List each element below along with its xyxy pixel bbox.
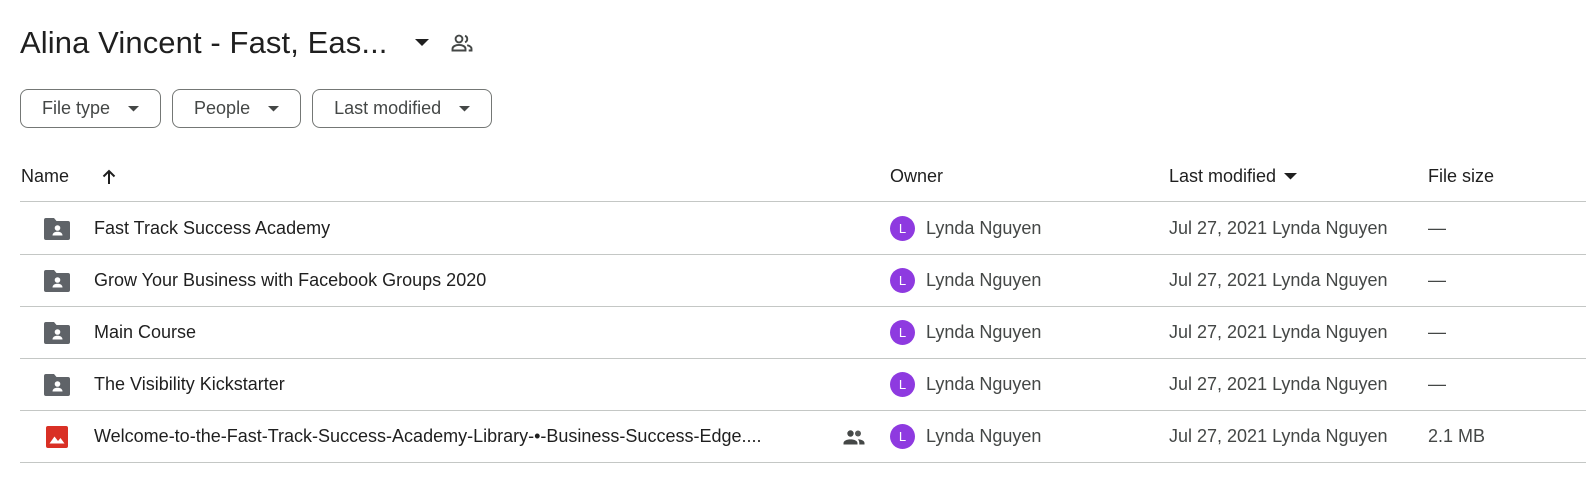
column-header-file-size: File size: [1428, 166, 1495, 186]
file-size: —: [1428, 218, 1446, 238]
caret-down-icon: [1284, 173, 1298, 180]
file-size: —: [1428, 270, 1446, 290]
page-title: Alina Vincent - Fast, Eas...: [20, 25, 388, 60]
column-header-owner: Owner: [890, 166, 944, 186]
column-header-last-modified[interactable]: Last modified: [1169, 152, 1298, 201]
file-size: —: [1428, 374, 1446, 394]
owner-name: Lynda Nguyen: [926, 218, 1042, 238]
table-row[interactable]: Main Course L Lynda Nguyen Jul 27, 2021 …: [20, 307, 1586, 359]
table-row[interactable]: Grow Your Business with Facebook Groups …: [20, 255, 1586, 307]
file-name: The Visibility Kickstarter: [94, 374, 285, 394]
shared-folder-icon: [44, 307, 70, 358]
avatar: L: [890, 268, 915, 293]
last-modified: Jul 27, 2021 Lynda Nguyen: [1169, 322, 1388, 342]
sort-arrow-up-icon[interactable]: [98, 152, 120, 201]
filter-last-modified[interactable]: Last modified: [312, 89, 493, 128]
owner-name: Lynda Nguyen: [926, 322, 1042, 342]
file-size: 2.1 MB: [1428, 426, 1486, 446]
filter-label: File type: [42, 98, 111, 118]
owner-name: Lynda Nguyen: [926, 374, 1042, 394]
owner-cell: L Lynda Nguyen: [890, 203, 1041, 254]
last-modified: Jul 27, 2021 Lynda Nguyen: [1169, 374, 1388, 394]
file-name: Fast Track Success Academy: [94, 218, 331, 238]
column-header-label: Last modified: [1169, 166, 1277, 186]
share-people-icon[interactable]: [448, 29, 476, 57]
image-file-icon: [44, 411, 70, 462]
filter-label: People: [194, 98, 251, 118]
shared-folder-icon: [44, 255, 70, 306]
table-header: Name Owner Last modified File size: [20, 152, 1586, 202]
table-row[interactable]: Welcome-to-the-Fast-Track-Success-Academ…: [20, 411, 1586, 463]
file-list: Fast Track Success Academy L Lynda Nguye…: [20, 203, 1586, 463]
filter-bar: File type People Last modified: [20, 89, 493, 128]
last-modified: Jul 27, 2021 Lynda Nguyen: [1169, 218, 1388, 238]
caret-down-icon: [128, 103, 140, 115]
filter-file-type[interactable]: File type: [20, 89, 162, 128]
last-modified: Jul 27, 2021 Lynda Nguyen: [1169, 426, 1388, 446]
title-row: Alina Vincent - Fast, Eas...: [20, 22, 476, 64]
avatar: L: [890, 216, 915, 241]
file-size: —: [1428, 322, 1446, 342]
filter-people[interactable]: People: [172, 89, 302, 128]
owner-cell: L Lynda Nguyen: [890, 307, 1041, 358]
owner-cell: L Lynda Nguyen: [890, 411, 1041, 462]
owner-name: Lynda Nguyen: [926, 426, 1042, 446]
last-modified: Jul 27, 2021 Lynda Nguyen: [1169, 270, 1388, 290]
owner-name: Lynda Nguyen: [926, 270, 1042, 290]
owner-cell: L Lynda Nguyen: [890, 255, 1041, 306]
column-header-name[interactable]: Name: [21, 152, 69, 201]
title-dropdown-icon[interactable]: [410, 31, 434, 55]
table-row[interactable]: Fast Track Success Academy L Lynda Nguye…: [20, 203, 1586, 255]
table-row[interactable]: The Visibility Kickstarter L Lynda Nguye…: [20, 359, 1586, 411]
caret-down-icon: [268, 103, 280, 115]
file-name: Main Course: [94, 322, 197, 342]
shared-folder-icon: [44, 359, 70, 410]
avatar: L: [890, 424, 915, 449]
caret-down-icon: [459, 103, 471, 115]
shared-people-icon: [842, 411, 866, 462]
avatar: L: [890, 372, 915, 397]
shared-folder-icon: [44, 203, 70, 254]
owner-cell: L Lynda Nguyen: [890, 359, 1041, 410]
filter-label: Last modified: [334, 98, 442, 118]
file-name: Grow Your Business with Facebook Groups …: [94, 270, 487, 290]
avatar: L: [890, 320, 915, 345]
file-name: Welcome-to-the-Fast-Track-Success-Academ…: [94, 426, 762, 446]
